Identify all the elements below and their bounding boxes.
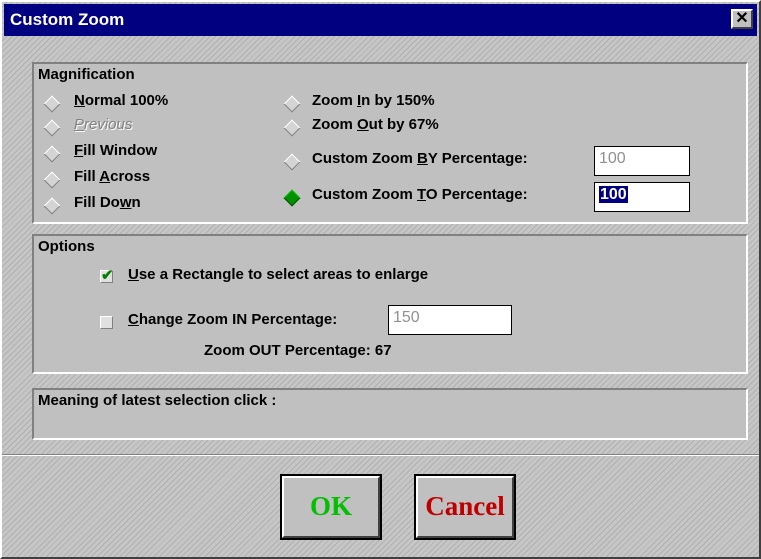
ok-label: OK	[309, 491, 352, 521]
custom-zoom-dialog: Custom Zoom ✕ Magnification Normal 100% …	[0, 0, 761, 559]
option-previous: Previous	[74, 116, 133, 133]
change-zoom-in-label[interactable]: Change Zoom IN Percentage:	[128, 311, 337, 328]
close-icon: ✕	[735, 10, 749, 27]
radio-fill-down[interactable]	[43, 197, 61, 215]
radio-previous	[43, 119, 61, 137]
option-normal-100[interactable]: Normal 100%	[74, 92, 168, 109]
title-bar[interactable]: Custom Zoom ✕	[4, 4, 757, 36]
option-custom-zoom-to[interactable]: Custom Zoom TO Percentage:	[312, 186, 528, 203]
close-button[interactable]: ✕	[731, 9, 753, 29]
radio-custom-zoom-by[interactable]	[283, 153, 301, 171]
zoom-in-percentage-input[interactable]: 150	[388, 305, 512, 335]
window-title: Custom Zoom	[10, 10, 125, 29]
change-zoom-in-checkbox[interactable]	[100, 316, 113, 329]
option-zoom-in[interactable]: Zoom In by 150%	[312, 92, 435, 109]
radio-normal[interactable]	[43, 95, 61, 113]
options-label: Options	[38, 238, 95, 255]
options-group: Options ✔ Use a Rectangle to select area…	[32, 234, 748, 374]
option-fill-window[interactable]: Fill Window	[74, 142, 157, 159]
radio-fill-across[interactable]	[43, 171, 61, 189]
option-zoom-out[interactable]: Zoom Out by 67%	[312, 116, 439, 133]
magnification-label: Magnification	[38, 66, 135, 83]
ok-button[interactable]: OK	[280, 474, 382, 540]
meaning-group: Meaning of latest selection click :	[32, 388, 748, 440]
magnification-group: Magnification Normal 100% Previous Fill …	[32, 62, 748, 224]
rectangle-checkbox[interactable]: ✔	[100, 267, 114, 284]
custom-zoom-to-input[interactable]: 100	[594, 182, 690, 212]
radio-zoom-out[interactable]	[283, 119, 301, 137]
cancel-label: Cancel	[425, 491, 505, 521]
checkmark-icon: ✔	[101, 267, 114, 284]
zoom-out-percentage-text: Zoom OUT Percentage: 67	[204, 342, 392, 359]
radio-custom-zoom-to[interactable]	[283, 189, 301, 207]
option-fill-across[interactable]: Fill Across	[74, 168, 150, 185]
separator	[2, 454, 759, 456]
radio-fill-window[interactable]	[43, 145, 61, 163]
cancel-button[interactable]: Cancel	[414, 474, 516, 540]
custom-zoom-by-input[interactable]: 100	[594, 146, 690, 176]
rectangle-option-label[interactable]: Use a Rectangle to select areas to enlar…	[128, 266, 428, 283]
option-custom-zoom-by[interactable]: Custom Zoom BY Percentage:	[312, 150, 528, 167]
meaning-label: Meaning of latest selection click :	[38, 392, 277, 409]
option-fill-down[interactable]: Fill Down	[74, 194, 141, 211]
radio-zoom-in[interactable]	[283, 95, 301, 113]
